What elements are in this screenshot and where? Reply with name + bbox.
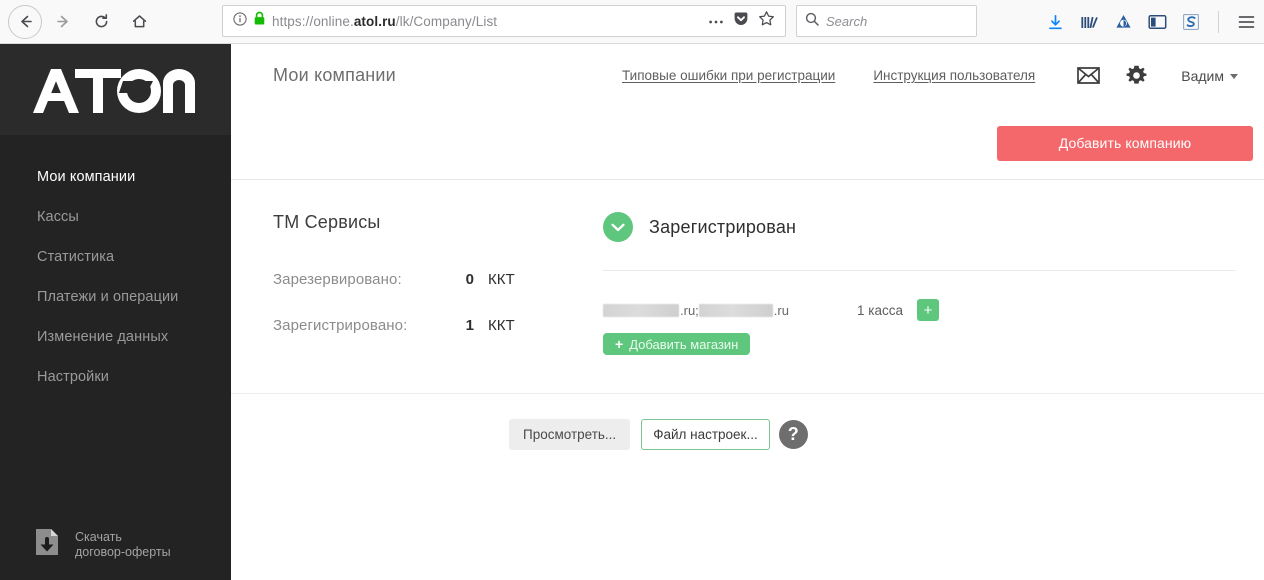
menu-icon[interactable] bbox=[1236, 11, 1256, 33]
brand-logo[interactable] bbox=[0, 44, 231, 135]
add-company-button[interactable]: Добавить компанию bbox=[997, 125, 1253, 161]
help-icon[interactable]: ? bbox=[778, 420, 808, 449]
add-shop-button[interactable]: + Добавить магазин bbox=[603, 333, 751, 355]
page-info-icon[interactable] bbox=[233, 11, 247, 31]
identity-box[interactable] bbox=[229, 11, 272, 31]
settings-file-button[interactable]: Файл настроек... bbox=[641, 419, 770, 450]
company-card: ТМ Сервисы Зарезервировано: 0 ККТ Зареги… bbox=[231, 180, 1264, 450]
library-icon[interactable] bbox=[1079, 11, 1099, 33]
header-right: Типовые ошибки при регистрации Инструкци… bbox=[622, 61, 1242, 91]
sidebar-item-data-change[interactable]: Изменение данных bbox=[0, 317, 231, 357]
company-grid: ТМ Сервисы Зарезервировано: 0 ККТ Зареги… bbox=[231, 180, 1264, 363]
stat-reserved-label: Зарезервировано: bbox=[273, 271, 402, 288]
add-kassa-button[interactable]: + bbox=[916, 299, 939, 321]
gear-icon[interactable] bbox=[1121, 61, 1151, 91]
user-menu[interactable]: Вадим bbox=[1181, 68, 1238, 84]
offer-label: Скачать договор-оферты bbox=[75, 529, 171, 559]
sidebar-item-statistics[interactable]: Статистика bbox=[0, 237, 231, 277]
status-badge: Зарегистрирован bbox=[649, 216, 797, 237]
bookmark-star-icon[interactable] bbox=[758, 10, 775, 32]
sidebar-item-settings[interactable]: Настройки bbox=[0, 357, 231, 397]
search-placeholder: Search bbox=[826, 13, 868, 29]
page-body: Мои компании Кассы Статистика Платежи и … bbox=[0, 44, 1264, 580]
back-button[interactable] bbox=[8, 4, 42, 39]
kassa-group: 1 касса + bbox=[857, 299, 939, 321]
status-header[interactable]: Зарегистрирован bbox=[603, 212, 1236, 242]
forward-button[interactable] bbox=[46, 5, 80, 39]
shop-row: .ru; .ru 1 касса + bbox=[603, 271, 1236, 321]
pocket-save-icon[interactable] bbox=[733, 11, 749, 32]
link-user-manual[interactable]: Инструкция пользователя bbox=[873, 68, 1035, 83]
add-shop-label: Добавить магазин bbox=[629, 336, 739, 352]
content-bottom-divider bbox=[231, 393, 1264, 394]
content-header: Мои компании Типовые ошибки при регистра… bbox=[231, 44, 1264, 107]
evernote-icon[interactable] bbox=[1181, 11, 1201, 33]
stat-registered-label: Зарегистрировано: bbox=[273, 317, 408, 334]
company-status-column: Зарегистрирован .ru; .ru 1 касса + + Доб… bbox=[603, 212, 1264, 363]
stat-registered: Зарегистрировано: 1 ККТ bbox=[273, 317, 603, 334]
company-info-column: ТМ Сервисы Зарезервировано: 0 ККТ Зареги… bbox=[231, 212, 603, 363]
download-offer-agreement[interactable]: Скачать договор-оферты bbox=[0, 527, 231, 562]
sidebar-item-my-companies[interactable]: Мои компании bbox=[0, 157, 231, 197]
sidebar: Мои компании Кассы Статистика Платежи и … bbox=[0, 44, 231, 580]
more-dots-icon[interactable] bbox=[708, 12, 724, 30]
address-bar[interactable]: https://online.atol.ru/lk/Company/List bbox=[222, 5, 786, 37]
plus-icon: + bbox=[615, 336, 624, 352]
browser-search-box[interactable]: Search bbox=[796, 5, 977, 37]
page-title: Мои компании bbox=[273, 65, 396, 85]
sidebar-nav: Мои компании Кассы Статистика Платежи и … bbox=[0, 135, 231, 397]
navigation-buttons bbox=[0, 4, 156, 39]
document-download-icon bbox=[33, 527, 61, 562]
sidebar-item-cash-registers[interactable]: Кассы bbox=[0, 197, 231, 237]
view-button[interactable]: Просмотреть... bbox=[509, 419, 631, 450]
shop-domains: .ru; .ru bbox=[603, 303, 849, 318]
user-name: Вадим bbox=[1181, 67, 1224, 84]
browser-toolbar-icons bbox=[1045, 0, 1256, 44]
browser-toolbar: https://online.atol.ru/lk/Company/List S… bbox=[0, 0, 1264, 44]
secure-lock-icon bbox=[253, 11, 266, 31]
url-text[interactable]: https://online.atol.ru/lk/Company/List bbox=[272, 14, 708, 29]
home-button[interactable] bbox=[122, 5, 156, 39]
sidebar-toggle-icon[interactable] bbox=[1147, 11, 1167, 33]
domain-suffix-1: .ru; bbox=[680, 302, 699, 318]
search-icon bbox=[805, 12, 819, 31]
stat-reserved-unit: ККТ bbox=[488, 271, 515, 288]
company-name: ТМ Сервисы bbox=[273, 212, 381, 232]
stat-registered-unit: ККТ bbox=[488, 317, 515, 334]
downloads-icon[interactable] bbox=[1045, 11, 1065, 33]
envelope-icon[interactable] bbox=[1073, 61, 1103, 91]
toolbar-separator bbox=[1218, 11, 1219, 33]
droplet-icon[interactable] bbox=[1113, 11, 1133, 33]
link-typical-errors[interactable]: Типовые ошибки при регистрации bbox=[622, 68, 835, 83]
stat-reserved-value: 0 bbox=[465, 271, 474, 288]
company-actions: Просмотреть... Файл настроек... ? bbox=[231, 419, 1264, 450]
stat-registered-value: 1 bbox=[465, 317, 474, 334]
reload-button[interactable] bbox=[84, 5, 118, 39]
address-bar-actions bbox=[708, 10, 779, 32]
cta-row: Добавить компанию bbox=[231, 107, 1264, 179]
main-content: Мои компании Типовые ошибки при регистра… bbox=[231, 44, 1264, 580]
stat-reserved: Зарезервировано: 0 ККТ bbox=[273, 271, 603, 288]
domain-suffix-2: .ru bbox=[773, 302, 789, 318]
sidebar-item-payments[interactable]: Платежи и операции bbox=[0, 277, 231, 317]
redacted-domain-1 bbox=[603, 303, 679, 317]
redacted-domain-2 bbox=[698, 303, 773, 317]
chevron-down-circle-icon[interactable] bbox=[603, 212, 633, 242]
kassa-count-label: 1 касса bbox=[857, 302, 903, 318]
caret-down-icon bbox=[1230, 74, 1238, 79]
